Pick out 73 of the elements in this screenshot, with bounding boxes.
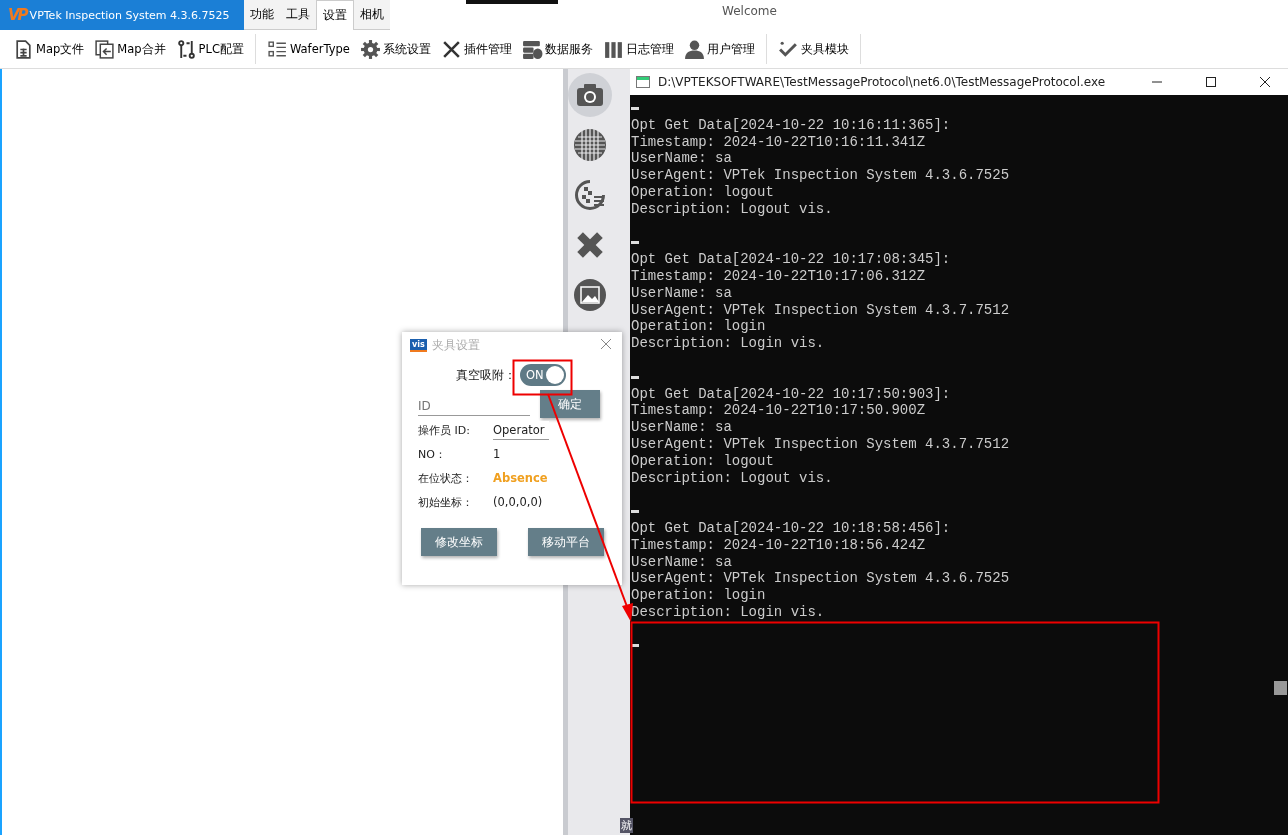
status-text: 就	[620, 818, 633, 833]
camera-icon[interactable]	[568, 73, 612, 117]
toolbar-button[interactable]: 用户管理	[680, 34, 758, 64]
field-value: (0,0,0,0)	[493, 495, 543, 509]
welcome-text: Welcome	[722, 4, 777, 18]
doc-icon	[13, 38, 34, 60]
dialog-title: 夹具设置	[431, 336, 481, 354]
toolbar-button[interactable]: 插件管理	[437, 34, 515, 64]
cursor-mark	[631, 241, 639, 245]
toolbar-button[interactable]: 数据服务	[518, 34, 596, 64]
console-line: Opt Get Data[2024-10-22 10:17:50:903]:	[631, 385, 951, 402]
menu-tab[interactable]: 工具	[280, 0, 316, 30]
confirm-button[interactable]: 确定	[540, 390, 600, 418]
toolbar-button[interactable]: 系统设置	[356, 34, 434, 64]
console-line: UserAgent: VPTek Inspection System 4.3.7.7512	[631, 435, 1010, 452]
console-line: Timestamp: 2024-10-22T10:17:06.312Z	[631, 267, 926, 284]
toolbar-button[interactable]: Map合并	[91, 34, 169, 64]
toolbar-button[interactable]: Map文件	[10, 34, 88, 64]
maximize-icon	[1205, 76, 1217, 88]
console-line: Opt Get Data[2024-10-22 10:17:08:345]:	[631, 251, 951, 268]
dialog-button[interactable]: 修改坐标	[421, 528, 497, 556]
console-line: Timestamp: 2024-10-22T10:16:11.341Z	[631, 133, 926, 150]
console-line: Opt Get Data[2024-10-22 10:18:58:456]:	[631, 519, 951, 536]
field-label: 初始坐标：	[418, 494, 474, 510]
close-icon	[600, 337, 612, 350]
merge-icon	[94, 38, 116, 60]
toolbar-button[interactable]: WaferType	[263, 34, 353, 64]
console-line: UserName: sa	[631, 150, 732, 167]
gear-icon	[359, 38, 381, 60]
console-line: Operation: logout	[631, 452, 774, 469]
console-line: Timestamp: 2024-10-22T10:18:56.424Z	[631, 536, 926, 553]
close-icon	[1259, 76, 1271, 88]
field-label: NO：	[418, 446, 447, 462]
console-line: UserAgent: VPTek Inspection System 4.3.7.7512	[631, 301, 1010, 318]
cursor-mark	[631, 106, 639, 110]
console-line: Description: Login vis.	[631, 603, 825, 620]
menu-tab[interactable]: 设置	[316, 0, 354, 30]
field-value: 1	[493, 447, 501, 461]
menu-tab[interactable]: 相机	[354, 0, 390, 30]
window-title: D:\VPTEKSOFTWARE\TestMessageProtocol\net6.0\TestMessageProtocol.exe	[658, 75, 1107, 89]
field-label: 在位状态：	[418, 470, 474, 486]
app-title: VPTek Inspection System 4.3.6.7525	[29, 8, 230, 22]
field-label: 操作员 ID:	[418, 422, 471, 438]
console-line: UserName: sa	[631, 553, 732, 570]
console-line: Timestamp: 2024-10-22T10:17:50.900Z	[631, 402, 926, 419]
console-line: Operation: logout	[631, 184, 774, 200]
console-line: UserName: sa	[631, 419, 732, 436]
user-icon	[683, 38, 705, 60]
toolbar-button[interactable]: PLC配置	[172, 34, 247, 64]
console-line: Operation: login	[631, 587, 766, 604]
menu-tab[interactable]: 功能	[244, 0, 280, 30]
console-line: Description: Logout vis.	[631, 200, 833, 217]
highlight-box	[512, 359, 573, 396]
console-line: Operation: login	[631, 318, 766, 335]
cursor-mark	[631, 375, 639, 379]
toggle-switch[interactable]: ON	[520, 364, 566, 386]
console-line: UserAgent: VPTek Inspection System 4.3.6.7525	[631, 570, 1010, 587]
server-icon	[521, 38, 543, 60]
console-line: Description: Login vis.	[631, 335, 825, 352]
status-value: Absence	[493, 471, 548, 485]
logo: VP	[8, 6, 27, 24]
cursor-mark	[631, 644, 639, 648]
cursor-mark	[631, 509, 639, 513]
app-icon: vis	[410, 338, 427, 352]
console-line: UserAgent: VPTek Inspection System 4.3.6.7525	[631, 167, 1010, 184]
console-line: Opt Get Data[2024-10-22 10:16:11:365]:	[631, 116, 951, 133]
console-line: Description: Logout vis.	[631, 469, 833, 486]
dialog-button[interactable]: 移动平台	[528, 528, 604, 556]
toolbar-button[interactable]: 日志管理	[599, 34, 677, 64]
console-icon	[636, 76, 650, 88]
toolbar-button[interactable]: 夹具模块	[774, 34, 852, 64]
console-line: UserName: sa	[631, 284, 732, 301]
field-label: 真空吸附：	[456, 367, 516, 383]
